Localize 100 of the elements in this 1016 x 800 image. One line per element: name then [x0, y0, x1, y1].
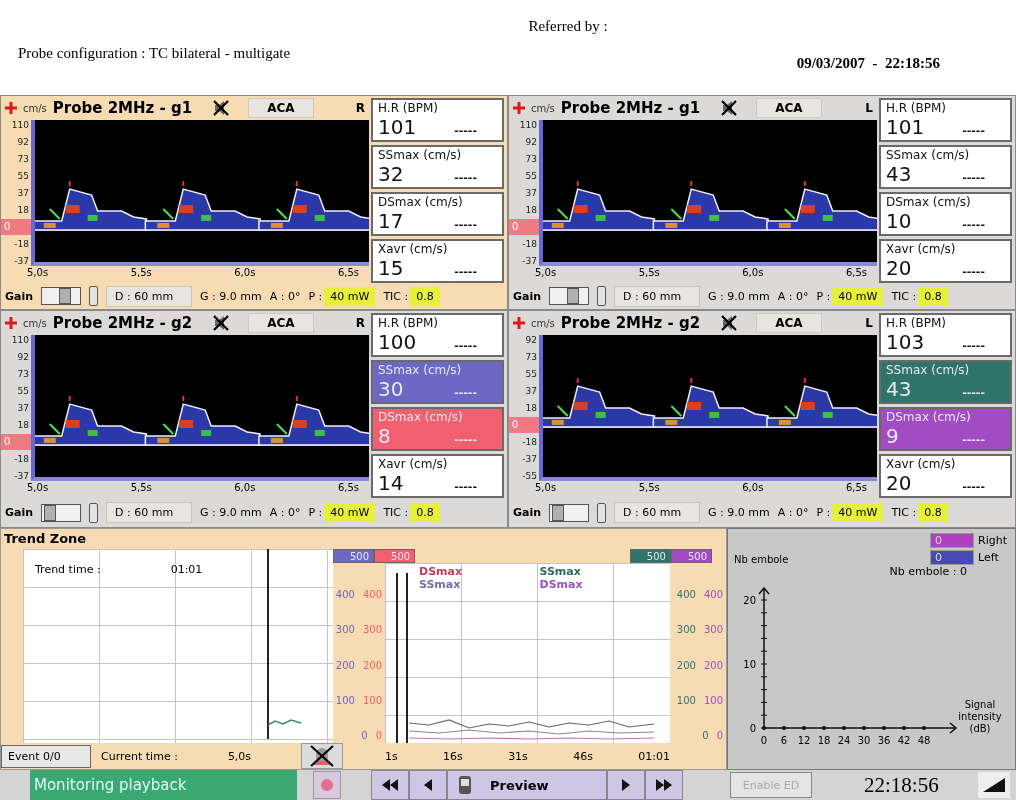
muted-bell-icon	[309, 744, 335, 768]
event-counter: Event 0/0	[1, 744, 91, 768]
zero-marker: 0	[509, 417, 541, 433]
axis-tick-label: 18	[817, 735, 831, 746]
axis-tick-label: 36	[877, 735, 891, 746]
date-time: 09/03/2007 - 22:18:56	[796, 55, 940, 72]
side-label: L	[865, 101, 873, 115]
gain-slider-thumb[interactable]	[58, 288, 71, 304]
metric-label: Xavr (cm/s)	[378, 242, 449, 256]
plus-icon	[513, 102, 525, 114]
gain-slider-thumb[interactable]	[566, 288, 579, 304]
gain-slider[interactable]	[41, 287, 82, 305]
scale-tick-label: 200	[362, 659, 382, 671]
scale-tick-label: 100	[335, 694, 355, 706]
scale-tick-label: 0	[716, 730, 723, 741]
device-icon	[458, 775, 472, 795]
power-value: 40 mW	[324, 286, 376, 306]
tic-label: TIC :	[891, 289, 917, 303]
depth-field: D : 60 mm	[106, 502, 193, 523]
probe-title: Probe 2MHz - g1	[52, 99, 193, 117]
axis-tick-label: 73	[16, 369, 30, 379]
fast-backward-button[interactable]	[371, 770, 409, 800]
axis-tick-label: 92	[524, 137, 538, 147]
metric-label: H.R (BPM)	[378, 101, 439, 115]
gain-slider[interactable]	[41, 503, 82, 522]
depth-field: D : 60 mm	[614, 502, 701, 523]
gain-toggle[interactable]	[597, 502, 607, 523]
scale-tick-label: 0	[702, 730, 709, 741]
axis-tick-label: 73	[524, 352, 538, 362]
gain-slider[interactable]	[549, 287, 590, 305]
gain-toggle[interactable]	[89, 286, 99, 306]
vessel-label: ACA	[248, 98, 314, 118]
scale-tick-label: 400	[676, 589, 696, 600]
axis-tick-label: -18	[13, 239, 30, 249]
axis-tick-label: -37	[13, 256, 30, 266]
axis-tick-label: 37	[16, 403, 30, 413]
scale-tick-label: 200	[703, 659, 723, 671]
axis-tick-label: 18	[16, 420, 30, 430]
time-tick-label: 6,0s	[742, 482, 764, 493]
scale-tick-label: 200	[335, 659, 355, 671]
metric-label: DSmax (cm/s)	[378, 410, 464, 424]
scale-tick-label: 300	[676, 624, 696, 636]
power-label: P :	[816, 506, 831, 519]
time-tick-label: 6,5s	[337, 482, 359, 493]
axis-tick-label: -18	[13, 454, 30, 464]
metric-label: H.R (BPM)	[886, 316, 947, 330]
gain-slider[interactable]	[549, 503, 590, 522]
metric-value: 100	[378, 330, 417, 354]
gain-toggle[interactable]	[89, 502, 99, 523]
axis-tick-label: -37	[521, 256, 538, 266]
axis-tick-label: -18	[521, 437, 538, 447]
metric-trend: -----	[454, 339, 477, 352]
time-tick-label: 5,5s	[130, 267, 152, 278]
scale-tick-label: 300	[362, 624, 382, 636]
scale-max-badge: 500	[670, 549, 712, 563]
emboli-count: 0	[930, 550, 975, 565]
axis-tick-label: 55	[524, 171, 538, 181]
metric-trend: -----	[454, 265, 477, 278]
time-tick-label: 31s	[508, 749, 528, 763]
time-tick-label: 01:01	[638, 749, 670, 763]
preview-button[interactable]: Preview	[447, 770, 607, 800]
axis-tick-label: 73	[524, 154, 538, 164]
time-tick-label: 16s	[443, 749, 463, 763]
metric-trend: -----	[962, 433, 985, 446]
metric-value: 10	[886, 209, 912, 233]
alarm-mute-button[interactable]	[301, 743, 343, 769]
axis-tick-label: 55	[524, 369, 538, 379]
axis-tick-label: -37	[521, 454, 538, 464]
angle-label: A : 0°	[269, 506, 301, 519]
step-backward-button[interactable]	[409, 770, 447, 800]
scale-max-badge: 500	[374, 549, 416, 563]
side-label: R	[355, 316, 365, 330]
gain-slider-thumb[interactable]	[551, 504, 564, 521]
metric-value: 30	[378, 377, 404, 401]
axis-title: Signal intensity (dB)	[958, 699, 1002, 734]
axis-tick-label: 92	[16, 137, 30, 147]
metric-label: SSmax (cm/s)	[378, 148, 463, 162]
signal-button[interactable]	[978, 772, 1010, 798]
tic-label: TIC :	[891, 506, 917, 519]
vessel-label: ACA	[756, 98, 822, 118]
metric-trend: -----	[962, 171, 985, 184]
metric-value: 15	[378, 256, 404, 280]
axis-tick-label: 18	[524, 205, 538, 215]
zero-marker: 0	[509, 219, 541, 235]
metric-trend: -----	[962, 124, 985, 137]
gain-toggle[interactable]	[597, 286, 607, 306]
signal-icon	[983, 778, 1005, 792]
scale-tick-label: 100	[703, 694, 723, 706]
time-tick-label: 5,5s	[638, 267, 660, 278]
trend-time-value: 01:01	[170, 563, 203, 576]
time-tick-label: 6,5s	[845, 267, 867, 278]
angle-label: A : 0°	[777, 506, 809, 519]
fast-forward-button[interactable]	[645, 770, 683, 800]
step-forward-button[interactable]	[607, 770, 645, 800]
axis-tick-label: 24	[837, 735, 851, 746]
time-tick-label: 6,5s	[845, 482, 867, 493]
gate-label: G : 9.0 mm	[708, 506, 770, 519]
fast-forward-icon	[656, 779, 672, 791]
axis-tick-label: 0	[760, 735, 768, 746]
gain-slider-thumb[interactable]	[43, 504, 56, 521]
